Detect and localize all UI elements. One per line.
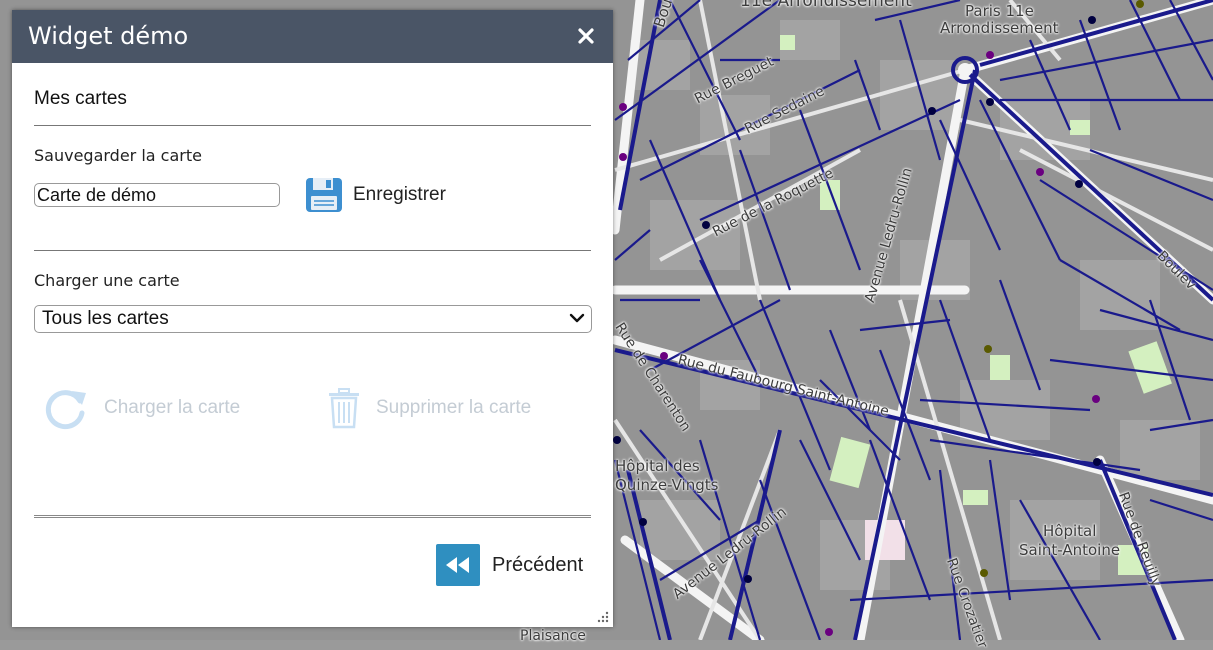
close-icon <box>578 28 594 44</box>
save-button[interactable]: Enregistrer <box>305 176 446 214</box>
close-button[interactable] <box>573 23 599 49</box>
delete-map-button-label: Supprimer la carte <box>376 397 532 418</box>
load-map-label: Charger une carte <box>34 271 180 290</box>
previous-button[interactable]: Précédent <box>436 544 583 586</box>
resize-handle-icon[interactable] <box>597 611 609 623</box>
previous-button-label: Précédent <box>492 553 584 576</box>
section-title: Mes cartes <box>34 88 127 109</box>
rewind-icon <box>436 544 480 586</box>
map-name-input[interactable] <box>34 183 280 207</box>
divider-double <box>34 515 591 518</box>
refresh-icon <box>45 390 86 430</box>
save-button-label: Enregistrer <box>353 184 446 205</box>
map-label-arrondissement: 11e Arrondissement <box>740 0 912 11</box>
widget-header[interactable]: Widget démo <box>12 10 613 63</box>
widget-title: Widget démo <box>28 22 189 50</box>
divider <box>34 125 591 126</box>
map-label-hopital-qv-1: Hôpital des <box>615 457 700 475</box>
save-map-label: Sauvegarder la carte <box>34 146 202 165</box>
map-label-paris-11e-arr: Arrondissement <box>940 19 1059 37</box>
map-label-hopital-qv-2: Quinze-Vingts <box>615 476 719 494</box>
trash-icon <box>329 388 359 429</box>
chevron-down-icon <box>569 313 585 323</box>
widget-panel: Widget démo Mes cartes Sauvegarder la ca… <box>12 10 613 627</box>
load-map-button-label: Charger la carte <box>104 397 241 418</box>
map-filter-select-value: Tous les cartes <box>42 308 169 329</box>
map-label-paris-11e: Paris 11e <box>965 2 1034 20</box>
floppy-disk-icon <box>306 178 342 212</box>
delete-map-button[interactable]: Supprimer la carte <box>326 385 531 431</box>
map-label-hopital-sa-1: Hôpital <box>1043 522 1097 540</box>
map-label-hopital-sa-2: Saint-Antoine <box>1019 541 1121 559</box>
divider <box>34 250 591 251</box>
map-label-plaisance: Plaisance <box>520 628 586 644</box>
load-map-button[interactable]: Charger la carte <box>42 385 240 431</box>
map-filter-select[interactable]: Tous les cartes <box>34 305 592 333</box>
